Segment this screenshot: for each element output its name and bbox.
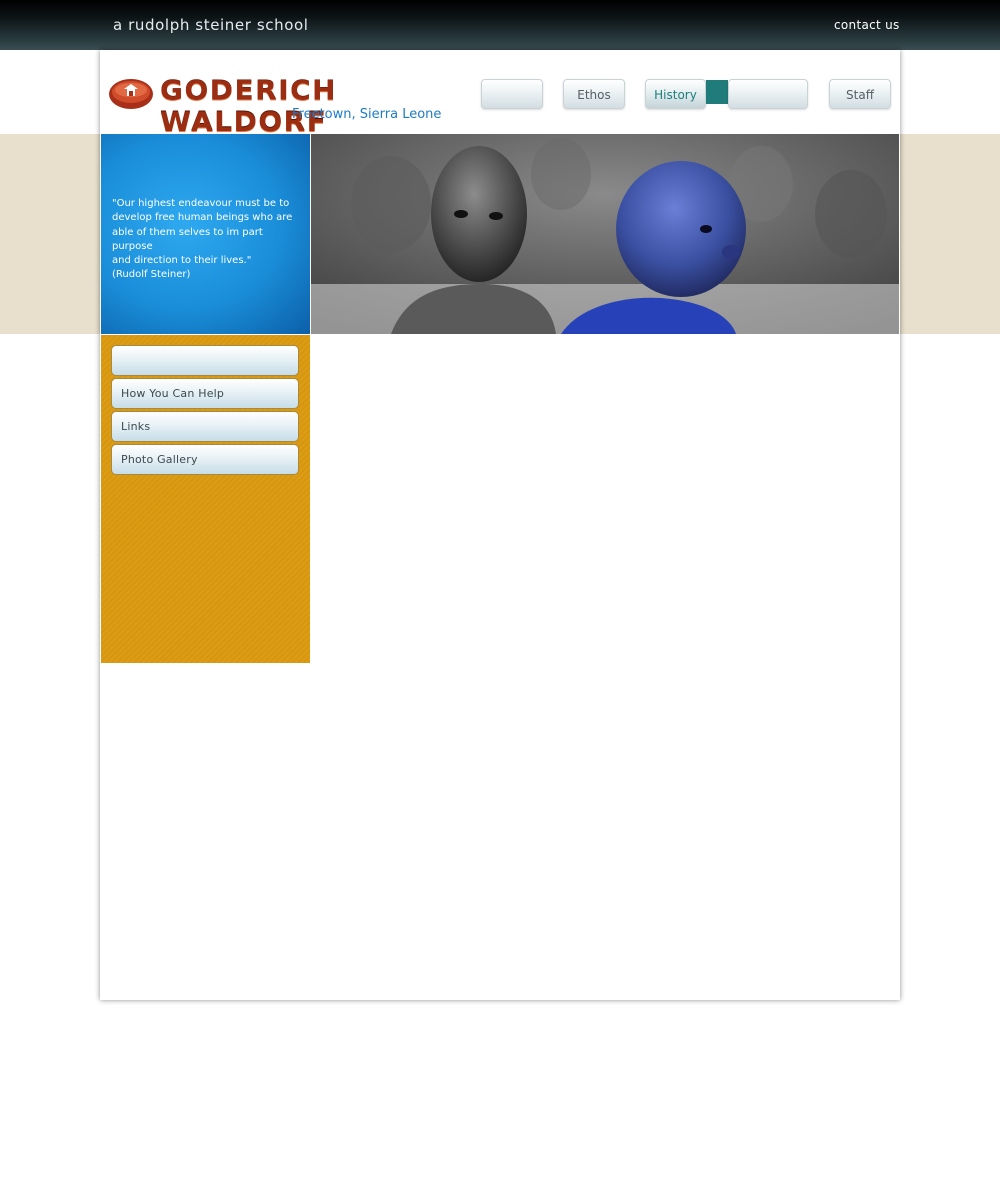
site-tagline: a rudolph steiner school: [113, 16, 309, 34]
logo-subtitle: Freetown, Sierra Leone: [292, 107, 442, 122]
children-photo-image: [311, 134, 899, 334]
nav-item-4[interactable]: [728, 79, 808, 109]
nav-item-ethos[interactable]: Ethos: [563, 79, 625, 109]
quote-line: able of them selves to im part purpose: [112, 226, 263, 252]
logo-emblem-icon: [109, 79, 153, 109]
nav-item-staff[interactable]: Staff: [829, 79, 891, 109]
quote-line: and direction to their lives.": [112, 255, 252, 267]
sidebar-item-photo-gallery[interactable]: Photo Gallery: [111, 444, 299, 475]
school-logo[interactable]: GODERICH WALDORF Freetown, Sierra Leone: [108, 75, 443, 138]
quote-line: develop free human beings who are: [112, 212, 293, 224]
sidebar-item-links[interactable]: Links: [111, 411, 299, 442]
nav-item-1[interactable]: [481, 79, 543, 109]
quote-author: (Rudolf Steiner): [112, 269, 191, 281]
sidebar-item-1[interactable]: [111, 345, 299, 376]
nav-item-history[interactable]: History: [645, 79, 706, 109]
steiner-quote: "Our highest endeavour must be to develo…: [112, 197, 302, 283]
quote-panel: "Our highest endeavour must be to develo…: [101, 134, 310, 334]
top-bar: a rudolph steiner school contact us: [0, 0, 1000, 50]
contact-us-link[interactable]: contact us: [834, 18, 900, 32]
quote-line: "Our highest endeavour must be to: [112, 198, 290, 209]
hero-photo-children: [311, 134, 899, 334]
nav-accent-square: [706, 80, 728, 104]
sidebar-item-how-you-can-help[interactable]: How You Can Help: [111, 378, 299, 409]
page-container: GODERICH WALDORF Freetown, Sierra Leone …: [100, 50, 900, 1000]
sidebar: How You Can Help Links Photo Gallery: [101, 335, 310, 663]
